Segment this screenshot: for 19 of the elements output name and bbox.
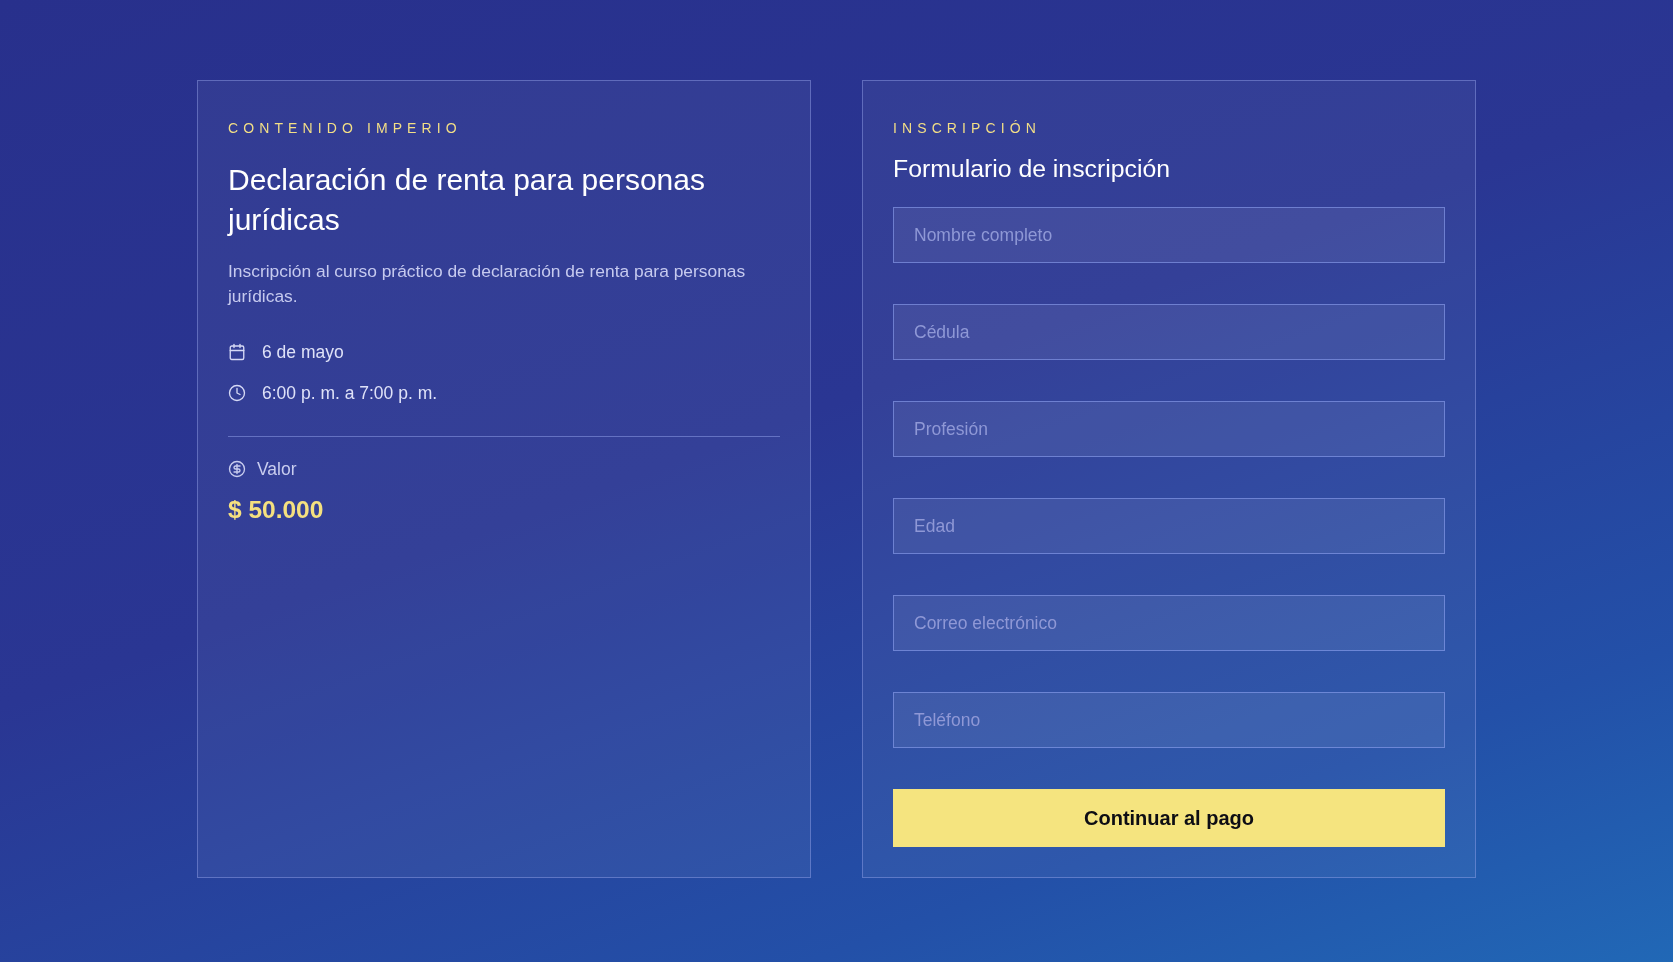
price-label: Valor	[257, 458, 297, 481]
event-time: 6:00 p. m. a 7:00 p. m.	[262, 382, 438, 405]
input-field[interactable]: Cédula	[893, 304, 1445, 360]
input-field[interactable]: Teléfono	[893, 692, 1445, 748]
form-title: Formulario de inscripción	[893, 154, 1171, 184]
calendar-icon	[228, 343, 246, 361]
dollar-icon	[228, 460, 246, 478]
event-title: Declaración de renta para personas jurídicas	[228, 162, 706, 238]
event-eyebrow: CONTENIDO IMPERIO	[228, 119, 463, 138]
input-field[interactable]: Correo electrónico	[893, 595, 1445, 651]
event-date: 6 de mayo	[262, 341, 344, 364]
price-amount: $ 50.000	[228, 495, 325, 525]
input-field[interactable]: Edad	[893, 498, 1445, 554]
clock-icon	[228, 384, 246, 402]
continue-button[interactable]: Continuar al pago	[893, 789, 1445, 847]
form-eyebrow: INSCRIPCIÓN	[893, 119, 1042, 138]
event-description: Inscripción al curso práctico de declaración de renta para personas jurídicas.	[228, 260, 747, 308]
input-field[interactable]: Nombre completo	[893, 207, 1445, 263]
input-field[interactable]: Profesión	[893, 401, 1445, 457]
